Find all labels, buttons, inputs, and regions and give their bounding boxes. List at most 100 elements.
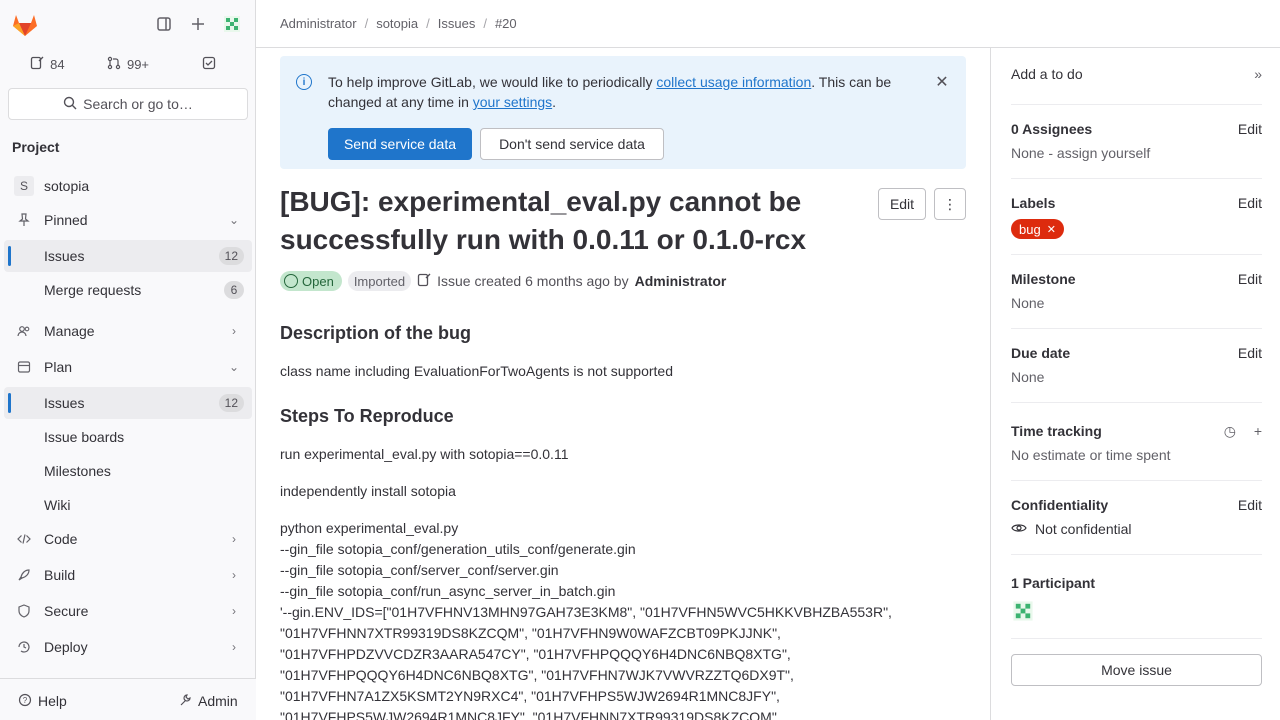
- alert-message: To help improve GitLab, we would like to…: [328, 72, 918, 112]
- stopwatch-icon[interactable]: ◷: [1224, 423, 1236, 440]
- add-time-icon[interactable]: +: [1254, 423, 1262, 439]
- sidebar-item-label: Deploy: [44, 639, 88, 655]
- participant-avatar[interactable]: [1011, 599, 1262, 626]
- chevron-right-icon: ›: [232, 568, 236, 582]
- search-label: Search or go to…: [83, 96, 193, 112]
- breadcrumb-item[interactable]: Administrator: [280, 16, 357, 31]
- todo-counter[interactable]: [169, 48, 248, 80]
- move-issue-button[interactable]: Move issue: [1011, 654, 1262, 686]
- create-new-icon[interactable]: [182, 8, 214, 40]
- merge-request-icon: [107, 56, 121, 73]
- sidebar-topbar: [0, 0, 256, 48]
- issues-counter[interactable]: 84: [8, 48, 87, 80]
- admin-button[interactable]: Admin: [178, 687, 238, 715]
- divider: [1011, 480, 1262, 481]
- command-line: --gin_file sotopia_conf/server_conf/serv…: [280, 562, 559, 578]
- add-todo-button[interactable]: Add a to do: [1011, 66, 1083, 82]
- divider: [1011, 402, 1262, 403]
- participants-block: 1 Participant: [1011, 575, 1262, 626]
- description-text: class name including EvaluationForTwoAge…: [280, 363, 673, 379]
- confidentiality-title: Confidentiality: [1011, 497, 1109, 513]
- usage-data-alert: i To help improve GitLab, we would like …: [280, 56, 966, 169]
- info-icon: i: [296, 74, 312, 90]
- open-status-icon: [284, 274, 298, 288]
- confidentiality-block: Confidentiality Not confidential Edit: [1011, 497, 1262, 537]
- command-line: --gin_file sotopia_conf/run_async_server…: [280, 583, 616, 599]
- confidentiality-value: Not confidential: [1035, 521, 1132, 537]
- confidentiality-value-row: Not confidential: [1011, 521, 1262, 537]
- assignees-edit-button[interactable]: Edit: [1238, 121, 1262, 137]
- breadcrumb-item[interactable]: #20: [495, 16, 517, 31]
- more-actions-button[interactable]: ⋮: [934, 188, 966, 220]
- sidebar-item-manage[interactable]: Manage ›: [4, 315, 252, 347]
- labels-title: Labels: [1011, 195, 1056, 211]
- close-icon[interactable]: ✕: [932, 72, 952, 92]
- collect-usage-link[interactable]: collect usage information: [656, 74, 811, 90]
- command-line: --gin_file sotopia_conf/generation_utils…: [280, 541, 636, 557]
- chevron-down-icon: ⌄: [228, 360, 240, 374]
- edit-title-button[interactable]: Edit: [878, 188, 926, 220]
- todo-check-icon: [202, 56, 216, 73]
- breadcrumb-item[interactable]: sotopia: [376, 16, 418, 31]
- merge-requests-counter[interactable]: 99+: [89, 48, 168, 80]
- milestone-value: None: [1011, 295, 1045, 311]
- dont-send-service-data-button[interactable]: Don't send service data: [480, 128, 664, 160]
- issue-meta: Open Imported Issue created 6 months ago…: [280, 270, 726, 292]
- command-line: "01H7VFHN7A1ZX5KSMT2YN9RXC4", "01H7VFHPS…: [280, 688, 780, 704]
- status-badge: Open: [280, 271, 342, 291]
- search-button[interactable]: Search or go to…: [8, 88, 248, 120]
- your-settings-link[interactable]: your settings: [473, 94, 552, 110]
- remove-label-icon[interactable]: ✕: [1047, 223, 1056, 236]
- status-label: Open: [302, 273, 334, 289]
- project-avatar: S: [14, 176, 34, 196]
- main-content: i To help improve GitLab, we would like …: [256, 48, 990, 720]
- sidebar-item-issue-boards[interactable]: Issue boards: [4, 421, 252, 453]
- time-tracking-value: No estimate or time spent: [1011, 447, 1171, 463]
- sidebar-item-label: Code: [44, 531, 78, 547]
- sidebar-item-build[interactable]: Build ›: [4, 559, 252, 591]
- help-label: Help: [38, 693, 67, 709]
- sidebar-item-project[interactable]: S sotopia: [4, 170, 252, 202]
- sidebar-item-deploy[interactable]: Deploy ›: [4, 631, 252, 663]
- todo-row: Add a to do »: [1011, 66, 1262, 82]
- author-link[interactable]: Administrator: [635, 273, 727, 289]
- sidebar-item-code[interactable]: Code ›: [4, 523, 252, 555]
- milestone-edit-button[interactable]: Edit: [1238, 271, 1262, 287]
- alert-text-part: .: [552, 94, 557, 110]
- sidebar-item-secure[interactable]: Secure ›: [4, 595, 252, 627]
- chevron-down-icon: ⌄: [228, 213, 240, 227]
- command-line: "01H7VFHPDZVVCDZR3AARA547CY", "01H7VFHPQ…: [280, 646, 791, 662]
- sidebar-item-pinned-issues[interactable]: Issues 12: [4, 240, 252, 272]
- due-date-value: None: [1011, 369, 1045, 385]
- breadcrumb-item[interactable]: Issues: [438, 16, 476, 31]
- confidentiality-edit-button[interactable]: Edit: [1238, 497, 1262, 513]
- admin-label: Admin: [198, 693, 238, 709]
- sidebar-footer: ? Help Admin: [0, 678, 256, 720]
- labels-edit-button[interactable]: Edit: [1238, 195, 1262, 211]
- sidebar-item-plan-issues[interactable]: Issues 12: [4, 387, 252, 419]
- gitlab-logo[interactable]: [8, 8, 42, 42]
- count-badge: 12: [218, 247, 244, 265]
- active-indicator: [8, 246, 11, 266]
- help-button[interactable]: ? Help: [18, 687, 67, 715]
- sidebar-item-label: Plan: [44, 359, 73, 375]
- step-text: run experimental_eval.py with sotopia==0…: [280, 446, 569, 462]
- sidebar-item-label: Manage: [44, 323, 95, 339]
- collapse-sidebar-icon[interactable]: »: [1254, 66, 1262, 82]
- sidebar-item-merge-requests[interactable]: Merge requests 6: [4, 274, 252, 306]
- milestone-block: Milestone None Edit: [1011, 271, 1262, 311]
- sidebar-toggle-icon[interactable]: [148, 8, 180, 40]
- gitlab-tanuki-icon: [13, 15, 37, 36]
- admin-wrench-icon: [178, 693, 192, 710]
- sidebar-item-wiki[interactable]: Wiki: [4, 489, 252, 521]
- due-date-edit-button[interactable]: Edit: [1238, 345, 1262, 361]
- user-avatar-icon[interactable]: [216, 8, 248, 40]
- send-service-data-button[interactable]: Send service data: [328, 128, 472, 160]
- sidebar-item-label: Merge requests: [44, 282, 142, 298]
- svg-text:?: ?: [23, 696, 28, 705]
- sidebar-item-pinned[interactable]: Pinned ⌄: [4, 204, 252, 236]
- counters-row: 84 99+: [8, 48, 248, 80]
- sidebar-item-milestones[interactable]: Milestones: [4, 455, 252, 487]
- assign-yourself-link[interactable]: None - assign yourself: [1011, 145, 1262, 161]
- sidebar-item-plan[interactable]: Plan ⌄: [4, 351, 252, 383]
